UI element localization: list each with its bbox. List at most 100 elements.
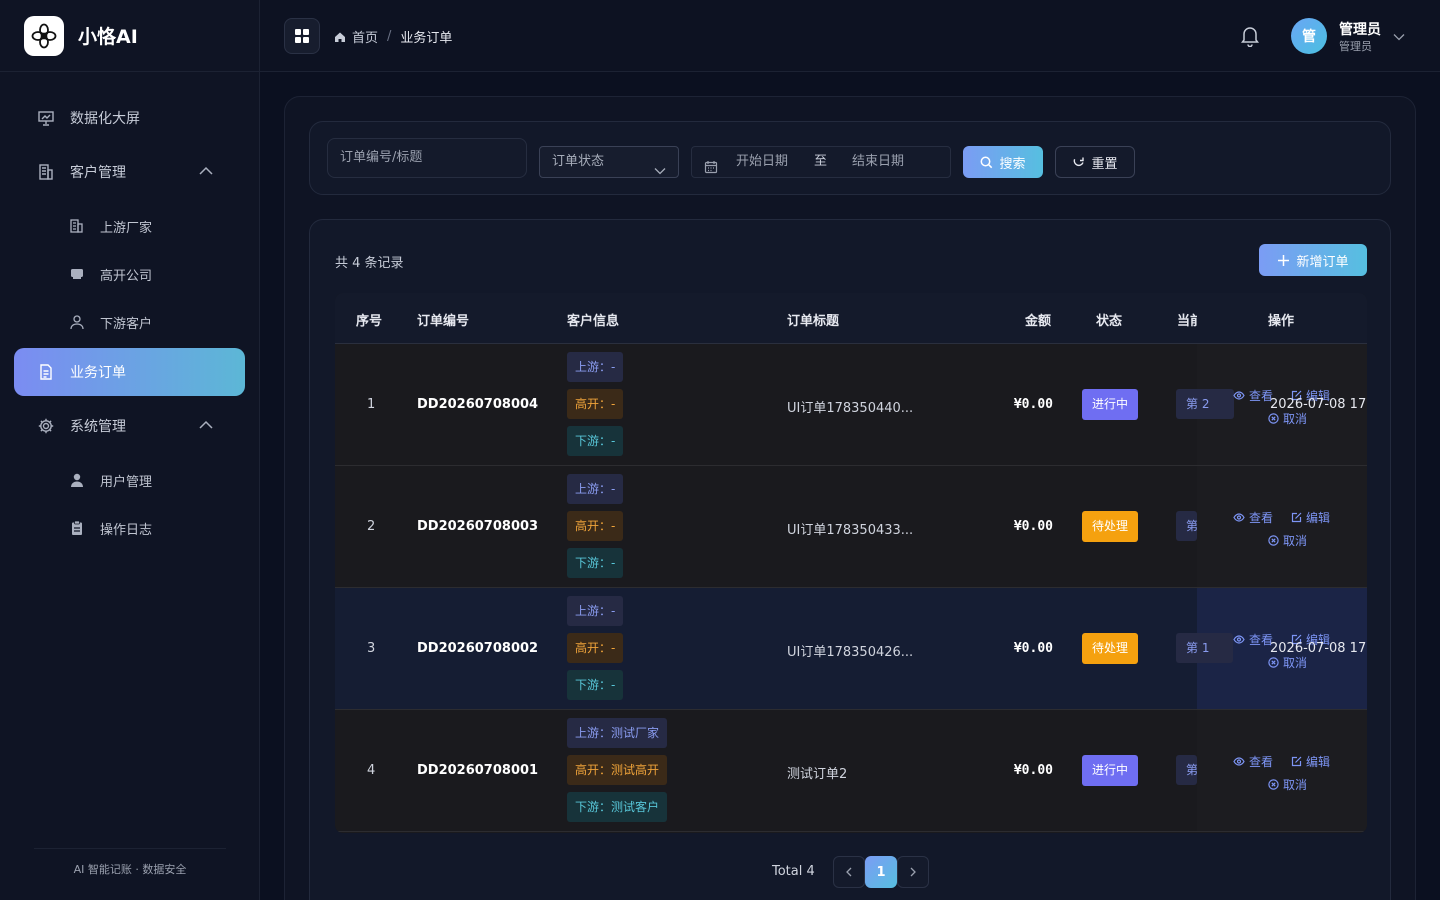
- search-input[interactable]: 订单编号/标题: [327, 138, 527, 178]
- chevron-up-icon: [199, 164, 213, 180]
- gaokai-tag: 高开：-: [567, 389, 624, 419]
- view-button[interactable]: 查看: [1233, 753, 1273, 770]
- status-select[interactable]: 订单状态: [539, 146, 679, 178]
- clipboard-icon: [68, 519, 86, 537]
- cancel-label: 取消: [1283, 534, 1308, 548]
- user-solid-icon: [68, 471, 86, 489]
- row-order-no: DD20260708002: [417, 641, 539, 656]
- breadcrumb-home-label: 首页: [352, 31, 379, 46]
- row-title: UI订单178350440...: [787, 401, 914, 416]
- edit-button[interactable]: 编辑: [1291, 753, 1330, 770]
- cancel-button[interactable]: 取消: [1268, 654, 1307, 671]
- row-amount: ¥0.00: [1013, 763, 1053, 778]
- step-badge: 第: [1176, 511, 1197, 541]
- user-icon: [68, 313, 86, 331]
- view-button[interactable]: 查看: [1233, 509, 1273, 526]
- table-row[interactable]: 2 DD20260708003 上游：- 高开：- 下游：- UI订单17835…: [335, 466, 1367, 588]
- sidebar-item-label: 客户管理: [70, 165, 126, 181]
- row-title: UI订单178350433...: [787, 523, 914, 538]
- breadcrumb-home[interactable]: 首页: [334, 27, 378, 46]
- sidebar-item-downstream[interactable]: 下游客户: [0, 298, 259, 346]
- edit-icon: [1291, 512, 1302, 523]
- breadcrumb-separator: /: [387, 29, 392, 44]
- home-icon: [335, 32, 345, 42]
- add-order-button[interactable]: 新增订单: [1259, 244, 1367, 276]
- sidebar-item-users[interactable]: 用户管理: [0, 456, 259, 504]
- orders-panel: 共 4 条记录 新增订单 序号 订单编号 客户信息 订单标题 金额 状态 当前 …: [309, 219, 1391, 900]
- add-order-label: 新增订单: [1296, 254, 1349, 270]
- sidebar-item-label: 上游厂家: [100, 220, 153, 236]
- cancel-button[interactable]: 取消: [1268, 776, 1307, 793]
- sidebar-item-label: 高开公司: [100, 268, 153, 284]
- sidebar-item-gaokai[interactable]: 高开公司: [0, 250, 259, 298]
- upstream-tag: 上游：测试厂家: [567, 718, 668, 748]
- cancel-circle-icon: [1268, 657, 1279, 668]
- cancel-circle-icon: [1268, 413, 1279, 424]
- printer-icon: [68, 265, 86, 283]
- row-title: 测试订单2: [787, 767, 848, 782]
- top-header: 首页 / 业务订单 管 管理员 管理员: [260, 0, 1440, 72]
- step-badge: 第 1 步: [1176, 633, 1233, 663]
- cancel-button[interactable]: 取消: [1268, 410, 1307, 427]
- start-date-input[interactable]: 开始日期: [736, 147, 788, 177]
- sidebar-item-dashboard[interactable]: 数据化大屏: [14, 94, 245, 142]
- edit-button[interactable]: 编辑: [1291, 509, 1330, 526]
- reset-button[interactable]: 重置: [1055, 146, 1135, 178]
- sidebar-footer: AI 智能记账 · 数据安全: [34, 848, 226, 877]
- eye-icon: [1233, 391, 1245, 400]
- col-header-title: 订单标题: [787, 314, 840, 329]
- table-row[interactable]: 4 DD20260708001 上游：测试厂家 高开：测试高开 下游：测试客户 …: [335, 710, 1367, 832]
- grid-icon: [295, 29, 309, 43]
- date-range-picker[interactable]: 开始日期 至 结束日期: [691, 146, 951, 178]
- col-header-status: 状态: [1096, 314, 1123, 329]
- view-label: 查看: [1249, 755, 1274, 769]
- status-badge: 待处理: [1082, 511, 1139, 542]
- sidebar-item-logs[interactable]: 操作日志: [0, 504, 259, 552]
- sidebar-item-label: 数据化大屏: [70, 111, 140, 127]
- eye-icon: [1233, 635, 1245, 644]
- search-button-label: 搜索: [999, 156, 1026, 172]
- cancel-button[interactable]: 取消: [1268, 532, 1307, 549]
- avatar[interactable]: 管: [1291, 18, 1327, 54]
- view-button[interactable]: 查看: [1233, 631, 1273, 648]
- sidebar-item-system-mgmt[interactable]: 系统管理: [14, 402, 245, 450]
- status-badge: 进行中: [1082, 755, 1139, 786]
- cancel-circle-icon: [1268, 779, 1279, 790]
- edit-label: 编辑: [1306, 511, 1331, 525]
- row-order-no: DD20260708004: [417, 397, 539, 412]
- table-row[interactable]: 3 DD20260708002 上游：- 高开：- 下游：- UI订单17835…: [335, 588, 1367, 710]
- app-grid-button[interactable]: [284, 18, 320, 54]
- status-badge: 待处理: [1082, 633, 1139, 664]
- chevron-down-icon[interactable]: [1393, 30, 1405, 45]
- view-button[interactable]: 查看: [1233, 387, 1273, 404]
- downstream-tag: 下游：-: [567, 670, 624, 700]
- eye-icon: [1233, 757, 1245, 766]
- prev-page-button[interactable]: [833, 856, 865, 888]
- sidebar-item-customer-mgmt[interactable]: 客户管理: [14, 148, 245, 196]
- table-header: 序号 订单编号 客户信息 订单标题 金额 状态 当前 操作: [335, 293, 1367, 344]
- status-badge: 进行中: [1082, 389, 1139, 420]
- pagination: Total 4 1: [310, 856, 1392, 888]
- brand-logo-icon: [24, 15, 64, 56]
- brand[interactable]: 小恪AI: [0, 0, 259, 72]
- downstream-tag: 下游：-: [567, 548, 624, 578]
- table-row[interactable]: 1 DD20260708004 上游：- 高开：- 下游：- UI订单17835…: [335, 344, 1367, 466]
- search-button[interactable]: 搜索: [963, 146, 1043, 178]
- upstream-tag: 上游：-: [567, 474, 624, 504]
- sidebar-item-upstream[interactable]: 上游厂家: [0, 202, 259, 250]
- page-button-current[interactable]: 1: [865, 856, 897, 888]
- next-page-button[interactable]: [897, 856, 929, 888]
- date-range-separator: 至: [814, 154, 828, 169]
- chevron-up-icon: [199, 418, 213, 434]
- row-amount: ¥0.00: [1013, 397, 1053, 412]
- edit-label: 编辑: [1306, 755, 1331, 769]
- sidebar-item-label: 操作日志: [100, 522, 153, 538]
- sidebar-item-orders[interactable]: 业务订单: [14, 348, 245, 396]
- col-header-customer: 客户信息: [567, 314, 620, 329]
- end-date-input[interactable]: 结束日期: [852, 147, 904, 177]
- row-amount: ¥0.00: [1013, 519, 1053, 534]
- breadcrumb-current: 业务订单: [400, 31, 453, 46]
- calendar-icon: [704, 156, 718, 186]
- bell-icon[interactable]: [1240, 25, 1260, 51]
- brand-name: 小恪AI: [78, 26, 138, 48]
